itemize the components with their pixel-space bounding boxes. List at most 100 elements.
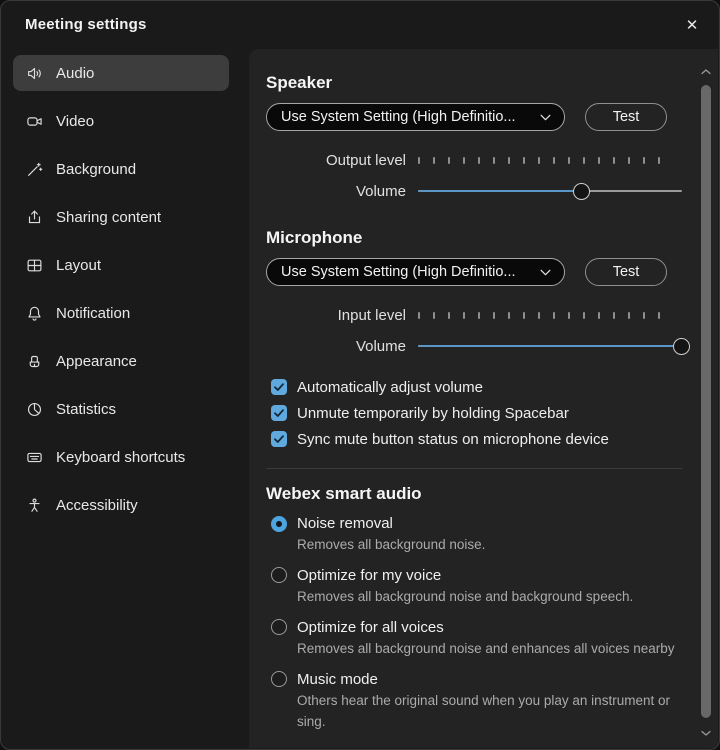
radio-description: Removes all background noise and backgro… bbox=[297, 587, 682, 608]
checkbox-row[interactable]: Automatically adjust volume bbox=[266, 374, 682, 400]
radio-label: Optimize for all voices bbox=[297, 619, 444, 636]
checkbox-row[interactable]: Sync mute button status on microphone de… bbox=[266, 426, 682, 452]
radio-label: Noise removal bbox=[297, 515, 393, 532]
level-tick bbox=[493, 312, 495, 319]
sidebar-item-label: Accessibility bbox=[56, 497, 138, 514]
level-tick bbox=[583, 157, 585, 164]
level-tick bbox=[523, 312, 525, 319]
level-tick bbox=[613, 157, 615, 164]
sidebar-item-label: Background bbox=[56, 161, 136, 178]
speaker-output-level-meter bbox=[418, 152, 660, 168]
sidebar-item-accessibility[interactable]: Accessibility bbox=[13, 487, 229, 523]
sidebar-item-video[interactable]: Video bbox=[13, 103, 229, 139]
sidebar-item-appearance[interactable]: Appearance bbox=[13, 343, 229, 379]
level-tick bbox=[628, 157, 630, 164]
level-tick bbox=[463, 157, 465, 164]
checkbox-label: Sync mute button status on microphone de… bbox=[297, 431, 609, 448]
smart-audio-heading: Webex smart audio bbox=[266, 484, 682, 504]
share-icon bbox=[25, 208, 43, 226]
checkbox-checked[interactable] bbox=[271, 431, 287, 447]
microphone-input-level-meter bbox=[418, 307, 660, 323]
level-tick bbox=[418, 157, 420, 164]
level-tick bbox=[658, 312, 660, 319]
radio-description: Others hear the original sound when you … bbox=[297, 691, 682, 733]
scroll-up-icon[interactable] bbox=[700, 67, 712, 77]
sidebar-item-sharing-content[interactable]: Sharing content bbox=[13, 199, 229, 235]
scroll-down-icon[interactable] bbox=[700, 728, 712, 738]
close-icon[interactable]: ✕ bbox=[680, 13, 704, 37]
layout-grid-icon bbox=[25, 256, 43, 274]
radio-description: Removes all background noise. bbox=[297, 535, 682, 556]
level-tick bbox=[418, 312, 420, 319]
microphone-volume-row: Volume bbox=[266, 337, 682, 355]
speaker-icon bbox=[25, 64, 43, 82]
level-tick bbox=[448, 312, 450, 319]
dialog-title: Meeting settings bbox=[25, 16, 147, 33]
sidebar-item-background[interactable]: Background bbox=[13, 151, 229, 187]
scrollbar-thumb[interactable] bbox=[701, 85, 711, 718]
radio-button[interactable] bbox=[271, 567, 287, 583]
radio-button[interactable] bbox=[271, 671, 287, 687]
sidebar-item-label: Layout bbox=[56, 257, 101, 274]
level-tick bbox=[523, 157, 525, 164]
sidebar-item-label: Keyboard shortcuts bbox=[56, 449, 185, 466]
speaker-heading: Speaker bbox=[266, 73, 682, 93]
speaker-device-row: Use System Setting (High Definitio... Te… bbox=[266, 103, 682, 131]
microphone-heading: Microphone bbox=[266, 228, 682, 248]
level-tick bbox=[568, 157, 570, 164]
input-level-label: Input level bbox=[266, 307, 406, 324]
radio-label: Optimize for my voice bbox=[297, 567, 441, 584]
level-tick bbox=[433, 312, 435, 319]
level-tick bbox=[553, 312, 555, 319]
microphone-volume-label: Volume bbox=[266, 338, 406, 355]
vertical-scrollbar[interactable] bbox=[699, 59, 713, 740]
paintbrush-icon bbox=[25, 352, 43, 370]
level-tick bbox=[583, 312, 585, 319]
microphone-input-level-row: Input level bbox=[266, 307, 682, 323]
level-tick bbox=[478, 157, 480, 164]
checkbox-row[interactable]: Unmute temporarily by holding Spacebar bbox=[266, 400, 682, 426]
audio-settings-panel: Speaker Use System Setting (High Definit… bbox=[249, 49, 718, 748]
level-tick bbox=[553, 157, 555, 164]
sidebar-item-label: Statistics bbox=[56, 401, 116, 418]
radio-button[interactable] bbox=[271, 619, 287, 635]
sidebar-item-label: Video bbox=[56, 113, 94, 130]
checkbox-checked[interactable] bbox=[271, 379, 287, 395]
slider-fill bbox=[418, 345, 682, 347]
sidebar-item-statistics[interactable]: Statistics bbox=[13, 391, 229, 427]
chevron-down-icon bbox=[540, 109, 551, 125]
video-camera-icon bbox=[25, 112, 43, 130]
slider-fill bbox=[418, 190, 582, 192]
level-tick bbox=[448, 157, 450, 164]
microphone-volume-slider[interactable] bbox=[418, 337, 682, 355]
level-tick bbox=[508, 157, 510, 164]
sidebar-item-keyboard-shortcuts[interactable]: Keyboard shortcuts bbox=[13, 439, 229, 475]
microphone-volume-thumb[interactable] bbox=[673, 338, 690, 355]
speaker-test-button[interactable]: Test bbox=[585, 103, 667, 131]
sidebar-item-label: Audio bbox=[56, 65, 94, 82]
meeting-settings-dialog: Meeting settings ✕ Audio Video Backgroun… bbox=[0, 0, 720, 750]
microphone-device-value: Use System Setting (High Definitio... bbox=[281, 264, 516, 280]
radio-button[interactable] bbox=[271, 516, 287, 532]
level-tick bbox=[493, 157, 495, 164]
microphone-checkbox-group: Automatically adjust volume Unmute tempo… bbox=[266, 374, 682, 452]
section-divider bbox=[266, 468, 682, 469]
checkbox-checked[interactable] bbox=[271, 405, 287, 421]
microphone-device-dropdown[interactable]: Use System Setting (High Definitio... bbox=[266, 258, 565, 286]
radio-option: Optimize for all voices Removes all back… bbox=[266, 619, 682, 660]
settings-sidebar: Audio Video Background Sharing content L… bbox=[13, 55, 229, 523]
level-tick bbox=[568, 312, 570, 319]
level-tick bbox=[463, 312, 465, 319]
sidebar-item-layout[interactable]: Layout bbox=[13, 247, 229, 283]
microphone-test-button[interactable]: Test bbox=[585, 258, 667, 286]
speaker-volume-slider[interactable] bbox=[418, 182, 682, 200]
speaker-volume-thumb[interactable] bbox=[573, 183, 590, 200]
level-tick bbox=[598, 157, 600, 164]
speaker-device-dropdown[interactable]: Use System Setting (High Definitio... bbox=[266, 103, 565, 131]
magic-wand-icon bbox=[25, 160, 43, 178]
level-tick bbox=[538, 157, 540, 164]
sidebar-item-label: Appearance bbox=[56, 353, 137, 370]
level-tick bbox=[643, 312, 645, 319]
sidebar-item-notification[interactable]: Notification bbox=[13, 295, 229, 331]
sidebar-item-audio[interactable]: Audio bbox=[13, 55, 229, 91]
